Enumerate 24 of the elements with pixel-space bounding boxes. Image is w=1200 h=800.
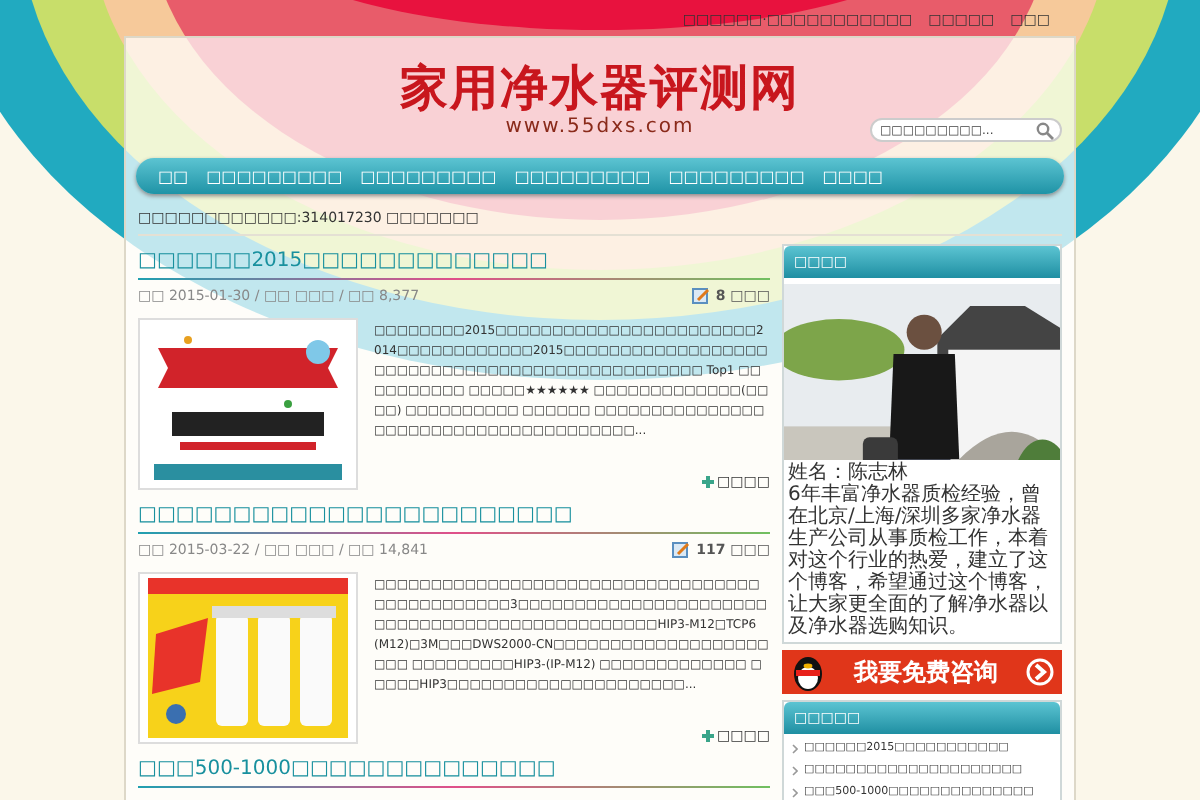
author-bio: 6年丰富净水器质检经验，曾在北京/上海/深圳多家净水器生产公司从事质检工作，本着对这个行业的热爱，建立了这个博客，希望通过这个博客，让大家更全面的了解净水器以及净水器选购知识。 — [788, 484, 1050, 638]
nav-item[interactable]: □□□□□□□□□ — [514, 167, 651, 185]
nav-item[interactable]: □□□□□□□□□ — [206, 167, 343, 185]
nav-item[interactable]: □□□□□□□□□ — [668, 167, 805, 185]
plus-icon — [701, 730, 714, 742]
chevron-icon — [792, 788, 798, 798]
arrow-right-icon — [1026, 658, 1054, 686]
author-name: 姓名：陈志林 — [788, 462, 910, 484]
search-icon[interactable] — [1036, 121, 1054, 139]
post-title[interactable]: □□□500-1000□□□□□□□□□□□□□□ — [138, 756, 770, 782]
comment-icon — [691, 288, 710, 304]
comment-icon — [672, 542, 691, 558]
nav-item[interactable]: □□□□ — [822, 167, 883, 185]
site-logo-title: 家用净水器评测网 — [400, 60, 800, 116]
nav-item[interactable]: □□ — [158, 167, 189, 185]
chevron-icon — [792, 744, 798, 754]
consult-banner[interactable]: 我要免费咨询 — [782, 650, 1062, 694]
post-title[interactable]: □□□□□□□□□□□□□□□□□□□□□□□ — [138, 502, 770, 528]
plus-icon — [701, 476, 714, 488]
post-title[interactable]: □□□□□□2015□□□□□□□□□□□□□ — [138, 248, 770, 274]
chevron-icon — [792, 766, 798, 776]
site-url: www.55dxs.com — [505, 116, 695, 140]
penguin-icon — [790, 652, 826, 692]
nav-item[interactable]: □□□□□□□□□ — [360, 167, 497, 185]
